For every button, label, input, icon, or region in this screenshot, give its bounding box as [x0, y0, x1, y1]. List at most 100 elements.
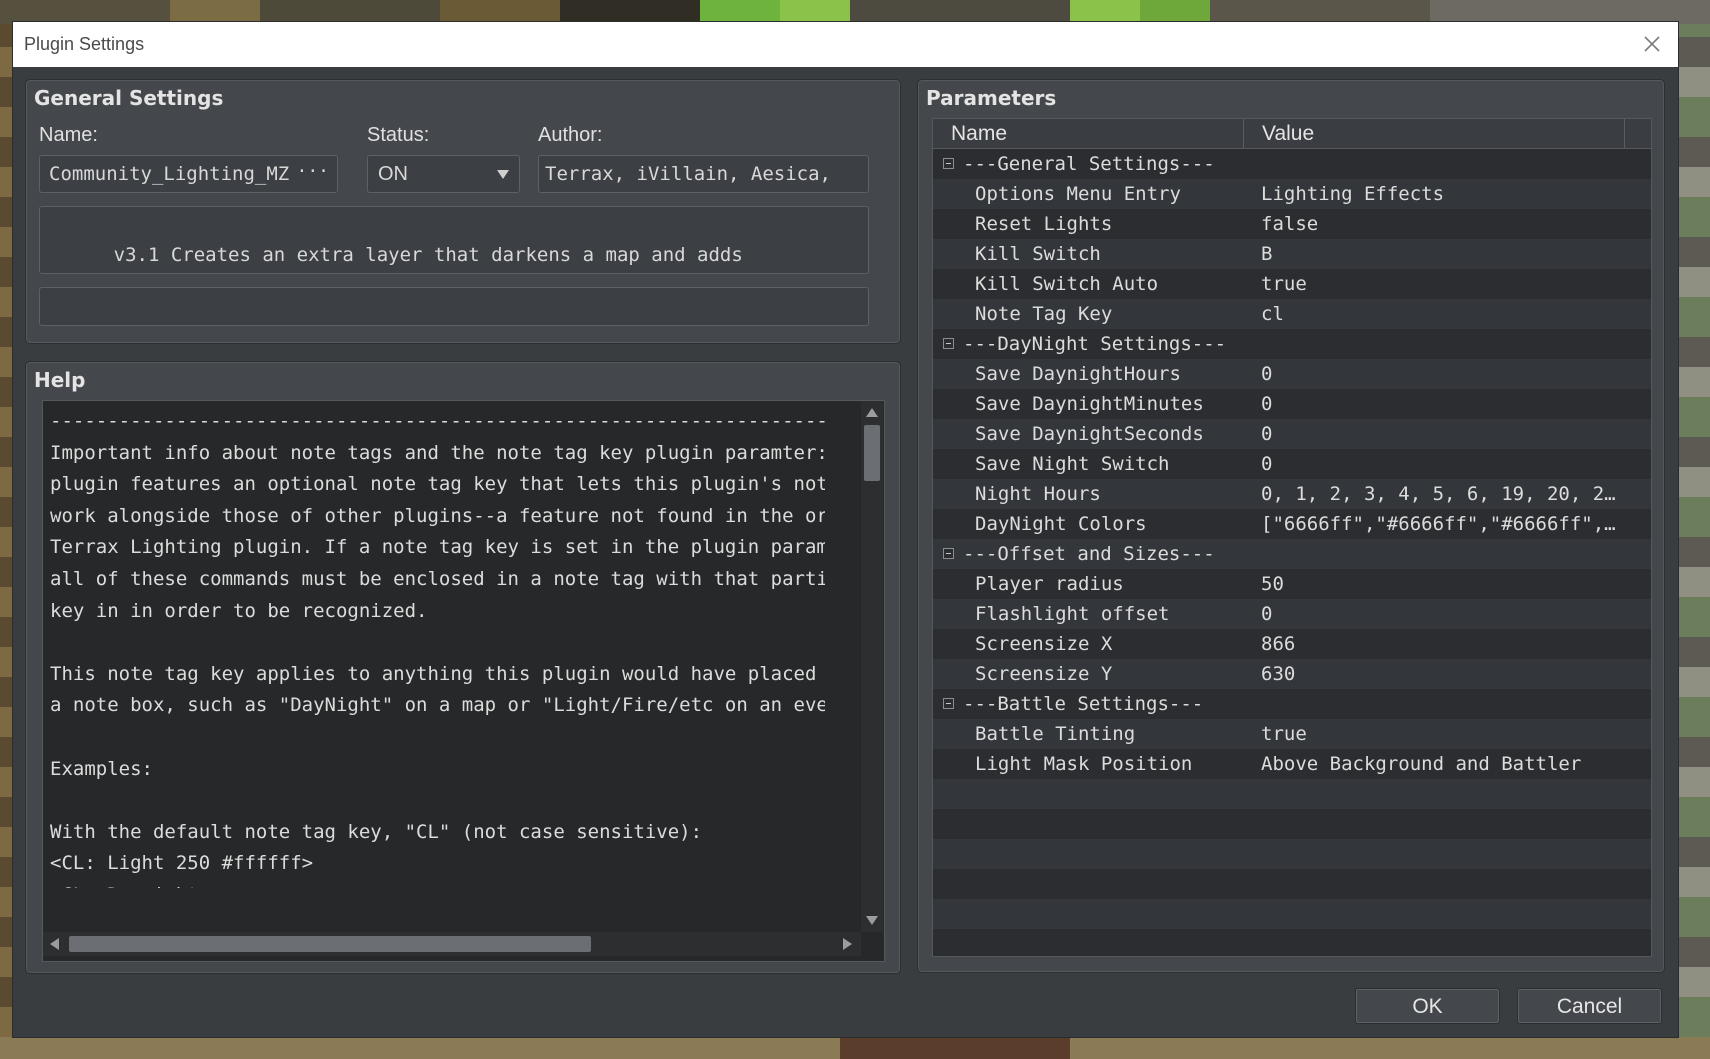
arrow-down-icon[interactable]: [866, 916, 878, 926]
arrow-up-icon[interactable]: [866, 407, 878, 417]
game-map-background-bottom: [0, 1037, 1710, 1059]
general-settings-title: General Settings: [34, 86, 224, 110]
cancel-button[interactable]: Cancel: [1517, 988, 1662, 1024]
author-label: Author:: [538, 124, 603, 146]
help-text: ----------------------------------------…: [50, 410, 825, 888]
table-header: Name Value: [933, 119, 1651, 149]
chevron-down-icon: [497, 170, 509, 179]
empty-row: [933, 779, 1651, 809]
author-value: Terrax, iVillain, Aesica,: [545, 163, 831, 185]
parameter-row[interactable]: Save DaynightSeconds 0: [933, 419, 1651, 449]
parameters-panel: Parameters Name Value ---General Setting…: [917, 79, 1665, 973]
parameter-name: Kill Switch Auto: [975, 273, 1159, 295]
game-map-background-right: [1678, 24, 1710, 1037]
parameter-name: Save Night Switch: [975, 453, 1170, 475]
parameter-name: Options Menu Entry: [975, 183, 1181, 205]
parameter-group-row[interactable]: ---General Settings---: [933, 149, 1651, 179]
collapse-minus-icon[interactable]: [943, 698, 954, 709]
parameter-value: 630: [1261, 663, 1296, 685]
empty-row: [933, 929, 1651, 956]
parameter-name: ---DayNight Settings---: [963, 333, 1227, 355]
parameter-group-row[interactable]: ---Battle Settings---: [933, 689, 1651, 719]
parameters-table[interactable]: Name Value ---General Settings--- Options…: [932, 118, 1652, 957]
empty-row: [933, 839, 1651, 869]
plugin-settings-dialog: Plugin Settings General Settings Name: C…: [13, 22, 1678, 1037]
parameter-value: Above Background and Battler: [1261, 753, 1582, 775]
parameter-row[interactable]: Battle Tinting true: [933, 719, 1651, 749]
close-icon[interactable]: [1640, 32, 1664, 56]
status-select[interactable]: ON: [367, 155, 520, 193]
ok-button[interactable]: OK: [1355, 988, 1500, 1024]
parameter-group-row[interactable]: ---DayNight Settings---: [933, 329, 1651, 359]
parameter-rows: ---General Settings--- Options Menu Entry…: [933, 149, 1651, 956]
parameter-row[interactable]: Kill Switch B: [933, 239, 1651, 269]
parameter-name: Screensize X: [975, 633, 1113, 655]
parameter-row[interactable]: Screensize X 866: [933, 629, 1651, 659]
column-header-value[interactable]: Value: [1244, 119, 1625, 148]
parameter-name: Reset Lights: [975, 213, 1113, 235]
extra-field[interactable]: [39, 287, 869, 326]
empty-row: [933, 809, 1651, 839]
parameter-row[interactable]: Screensize Y 630: [933, 659, 1651, 689]
parameter-name: Save DaynightHours: [975, 363, 1181, 385]
help-panel: Help -----------------------------------…: [25, 361, 901, 974]
column-header-name[interactable]: Name: [933, 119, 1244, 148]
parameter-row[interactable]: Kill Switch Auto true: [933, 269, 1651, 299]
parameters-title: Parameters: [926, 86, 1057, 110]
description-text: v3.1 Creates an extra layer that darkens…: [113, 244, 743, 266]
arrow-left-icon[interactable]: [49, 938, 59, 950]
name-label: Name:: [39, 124, 98, 146]
parameter-value: 0: [1261, 393, 1273, 415]
parameter-value: Lighting Effects: [1261, 183, 1445, 205]
parameter-value: 0: [1261, 363, 1273, 385]
game-map-background-top: [0, 0, 1710, 24]
parameter-row[interactable]: Save DaynightHours 0: [933, 359, 1651, 389]
parameter-name: ---General Settings---: [963, 153, 1215, 175]
parameter-value: false: [1261, 213, 1319, 235]
parameter-name: ---Battle Settings---: [963, 693, 1204, 715]
name-field[interactable]: Community_Lighting_MZ ···: [39, 155, 338, 193]
parameter-name: Light Mask Position: [975, 753, 1193, 775]
horizontal-scroll-thumb[interactable]: [69, 936, 591, 952]
parameter-group-row[interactable]: ---Offset and Sizes---: [933, 539, 1651, 569]
parameter-name: Screensize Y: [975, 663, 1113, 685]
collapse-minus-icon[interactable]: [943, 158, 954, 169]
collapse-minus-icon[interactable]: [943, 338, 954, 349]
vertical-scroll-thumb[interactable]: [864, 425, 880, 481]
horizontal-scrollbar[interactable]: [43, 932, 861, 956]
parameter-row[interactable]: Save DaynightMinutes 0: [933, 389, 1651, 419]
parameter-value: 0, 1, 2, 3, 4, 5, 6, 19, 20, 21,…: [1261, 483, 1621, 505]
parameter-row[interactable]: Flashlight offset 0: [933, 599, 1651, 629]
help-text-area[interactable]: ----------------------------------------…: [42, 400, 885, 962]
parameter-row[interactable]: Player radius 50: [933, 569, 1651, 599]
empty-row: [933, 899, 1651, 929]
vertical-scrollbar[interactable]: [861, 401, 883, 932]
parameter-name: Save DaynightMinutes: [975, 393, 1204, 415]
author-field[interactable]: Terrax, iVillain, Aesica,: [538, 155, 869, 193]
parameter-row[interactable]: DayNight Colors ["6666ff","#6666ff","#666…: [933, 509, 1651, 539]
parameter-value: true: [1261, 723, 1307, 745]
help-title: Help: [34, 368, 86, 392]
game-map-background-left: [0, 24, 14, 1037]
parameter-name: Note Tag Key: [975, 303, 1113, 325]
status-label: Status:: [367, 124, 430, 146]
parameter-row[interactable]: Night Hours 0, 1, 2, 3, 4, 5, 6, 19, 20, …: [933, 479, 1651, 509]
name-value: Community_Lighting_MZ: [49, 163, 290, 185]
parameter-row[interactable]: Reset Lights false: [933, 209, 1651, 239]
parameter-row[interactable]: Save Night Switch 0: [933, 449, 1651, 479]
parameter-row[interactable]: Light Mask Position Above Background and …: [933, 749, 1651, 779]
description-field[interactable]: v3.1 Creates an extra layer that darkens…: [39, 206, 869, 274]
parameter-row[interactable]: Options Menu Entry Lighting Effects: [933, 179, 1651, 209]
parameter-name: Night Hours: [975, 483, 1101, 505]
parameter-name: DayNight Colors: [975, 513, 1147, 535]
parameter-row[interactable]: Note Tag Key cl: [933, 299, 1651, 329]
title-bar: Plugin Settings: [13, 22, 1678, 67]
parameter-value: B: [1261, 243, 1273, 265]
parameter-value: ["6666ff","#6666ff","#6666ff","#…: [1261, 513, 1621, 535]
parameter-value: 0: [1261, 423, 1273, 445]
general-settings-panel: General Settings Name: Community_Lightin…: [25, 79, 901, 344]
arrow-right-icon[interactable]: [843, 938, 853, 950]
parameter-name: Flashlight offset: [975, 603, 1170, 625]
ellipsis-icon[interactable]: ···: [296, 156, 329, 190]
collapse-minus-icon[interactable]: [943, 548, 954, 559]
